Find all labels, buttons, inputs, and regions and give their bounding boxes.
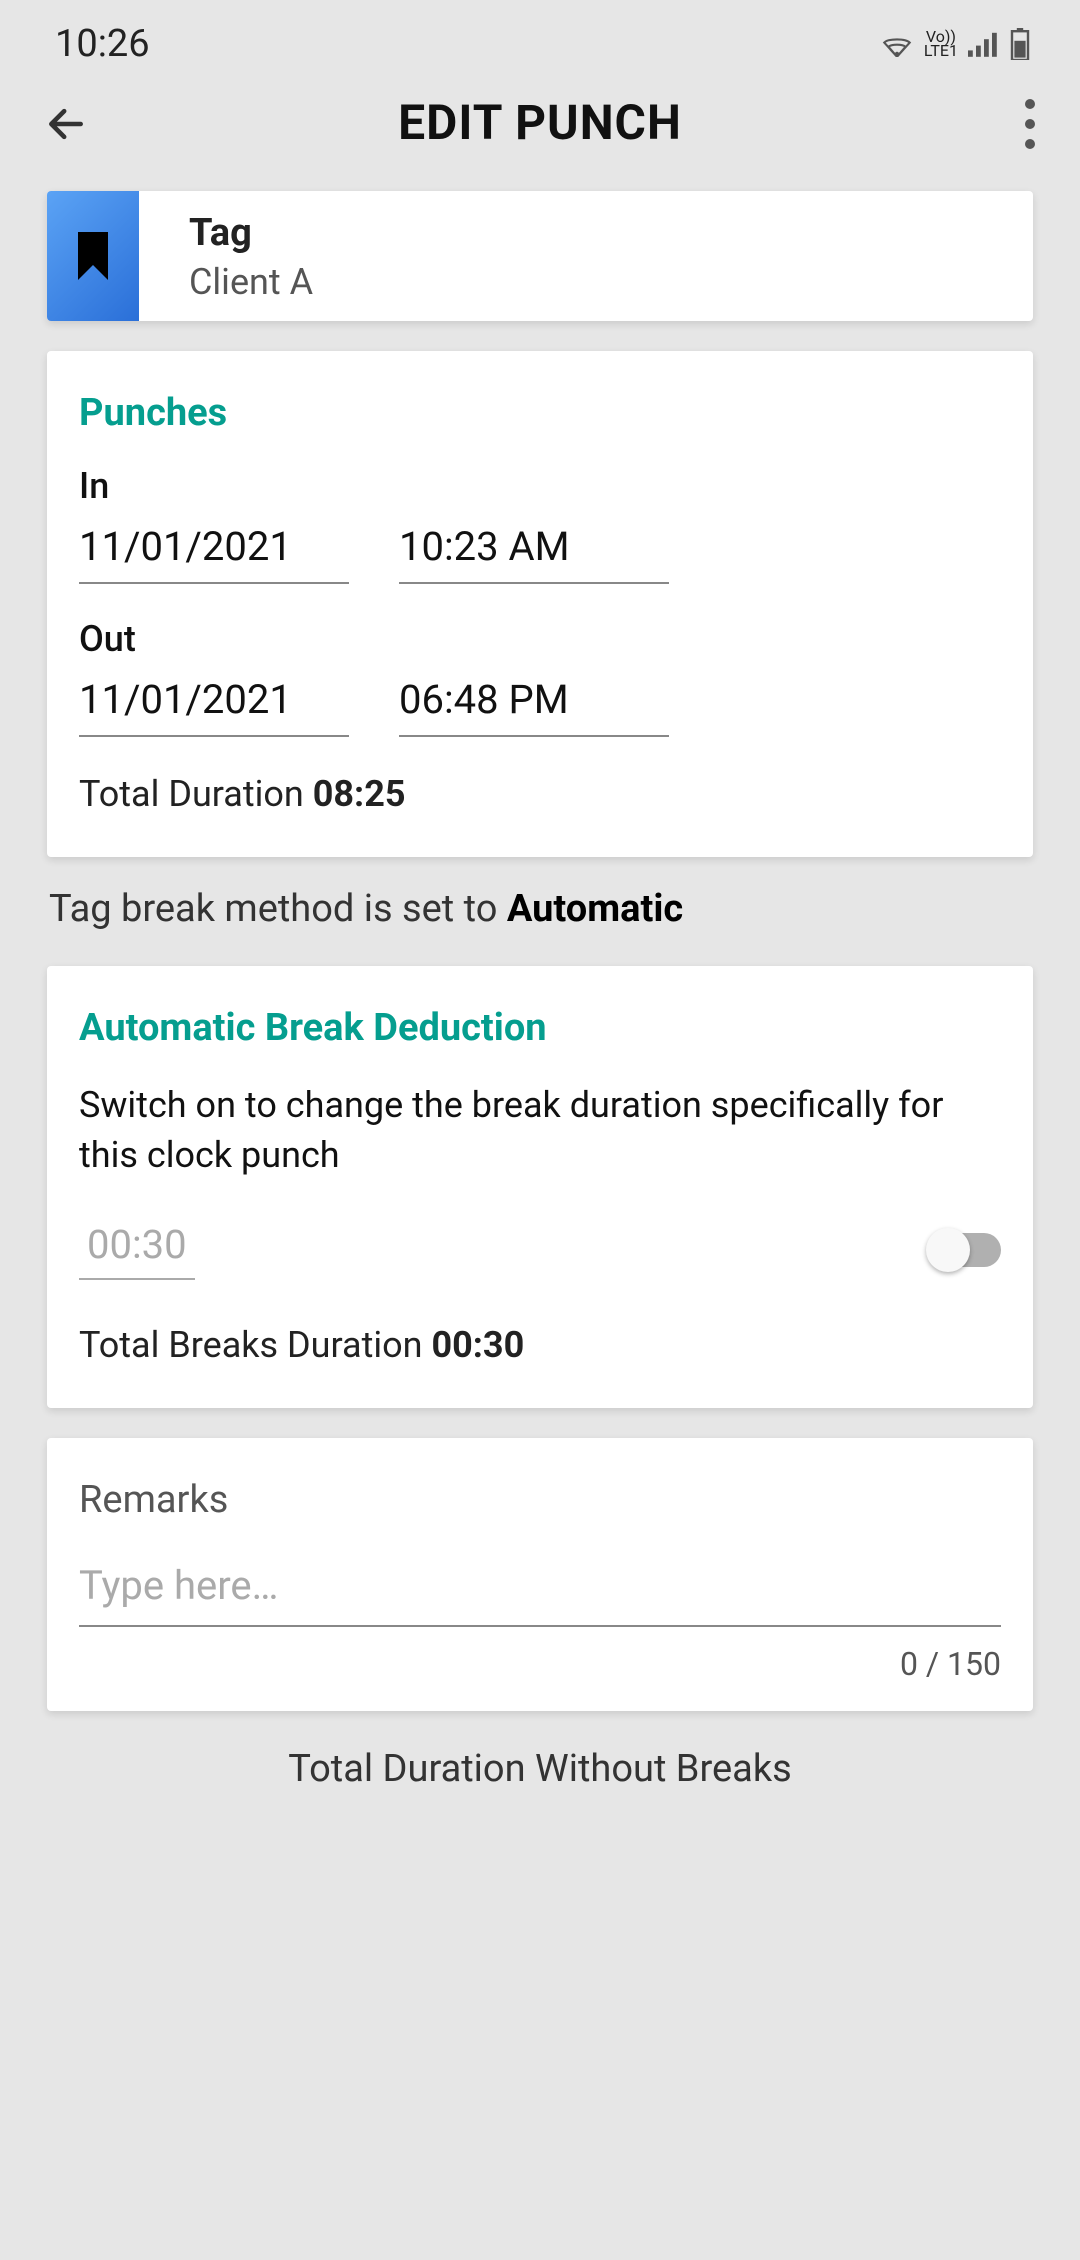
- total-duration-row: Total Duration 08:25: [79, 773, 1001, 815]
- battery-icon: [1010, 28, 1030, 60]
- total-without-breaks-label: Total Duration Without Breaks: [47, 1747, 1033, 1791]
- in-time-field[interactable]: 10:23 AM: [399, 523, 669, 584]
- out-label: Out: [79, 618, 1001, 660]
- network-label: Vo)) LTE1: [924, 30, 958, 58]
- toggle-knob: [926, 1228, 970, 1272]
- tag-card[interactable]: Tag Client A: [47, 191, 1033, 321]
- remarks-input[interactable]: Type here…: [79, 1562, 1001, 1627]
- break-deduction-description: Switch on to change the break duration s…: [79, 1080, 1001, 1181]
- break-deduction-title: Automatic Break Deduction: [79, 1006, 1001, 1050]
- remarks-title: Remarks: [79, 1478, 1001, 1522]
- tag-label: Tag: [189, 211, 313, 255]
- status-icons: Vo)) LTE1: [880, 28, 1030, 60]
- out-time-field[interactable]: 06:48 PM: [399, 676, 669, 737]
- break-method-mode: Automatic: [507, 887, 683, 931]
- remarks-char-counter: 0 / 150: [79, 1645, 1001, 1683]
- total-breaks-value: 00:30: [431, 1324, 524, 1366]
- tag-text: Tag Client A: [139, 191, 343, 321]
- back-button[interactable]: [36, 94, 96, 154]
- in-date-field[interactable]: 11/01/2021: [79, 523, 349, 584]
- status-bar: 10:26 Vo)) LTE1: [0, 0, 1080, 76]
- total-breaks-row: Total Breaks Duration 00:30: [79, 1324, 1001, 1366]
- status-time: 10:26: [55, 22, 150, 66]
- total-duration-label: Total Duration: [79, 773, 304, 815]
- tag-value: Client A: [189, 261, 313, 303]
- volte-label-2: LTE1: [924, 44, 958, 58]
- arrow-left-icon: [44, 102, 88, 146]
- punches-title: Punches: [79, 391, 1001, 435]
- remarks-card: Remarks Type here… 0 / 150: [47, 1438, 1033, 1711]
- out-row: 11/01/2021 06:48 PM: [79, 676, 1001, 737]
- bookmark-icon: [75, 231, 111, 281]
- in-row: 11/01/2021 10:23 AM: [79, 523, 1001, 584]
- punches-card: Punches In 11/01/2021 10:23 AM Out 11/01…: [47, 351, 1033, 857]
- in-label: In: [79, 465, 1001, 507]
- total-duration-value: 08:25: [313, 773, 406, 815]
- content-area: Tag Client A Punches In 11/01/2021 10:23…: [0, 191, 1080, 1791]
- break-input-row: 00:30: [79, 1221, 1001, 1280]
- header-bar: EDIT PUNCH: [0, 76, 1080, 191]
- total-breaks-label: Total Breaks Duration: [79, 1324, 423, 1366]
- signal-icon: [968, 31, 1000, 57]
- break-method-info: Tag break method is set to Automatic: [47, 887, 1033, 931]
- break-deduction-card: Automatic Break Deduction Switch on to c…: [47, 966, 1033, 1408]
- menu-button[interactable]: [1000, 94, 1060, 154]
- out-date-field[interactable]: 11/01/2021: [79, 676, 349, 737]
- tag-icon-box: [47, 191, 139, 321]
- more-vert-icon: [1025, 99, 1035, 149]
- page-title: EDIT PUNCH: [398, 94, 682, 151]
- wifi-icon: [880, 31, 914, 57]
- break-method-prefix: Tag break method is set to: [49, 887, 497, 931]
- break-duration-input[interactable]: 00:30: [79, 1221, 195, 1280]
- break-override-toggle[interactable]: [931, 1233, 1001, 1267]
